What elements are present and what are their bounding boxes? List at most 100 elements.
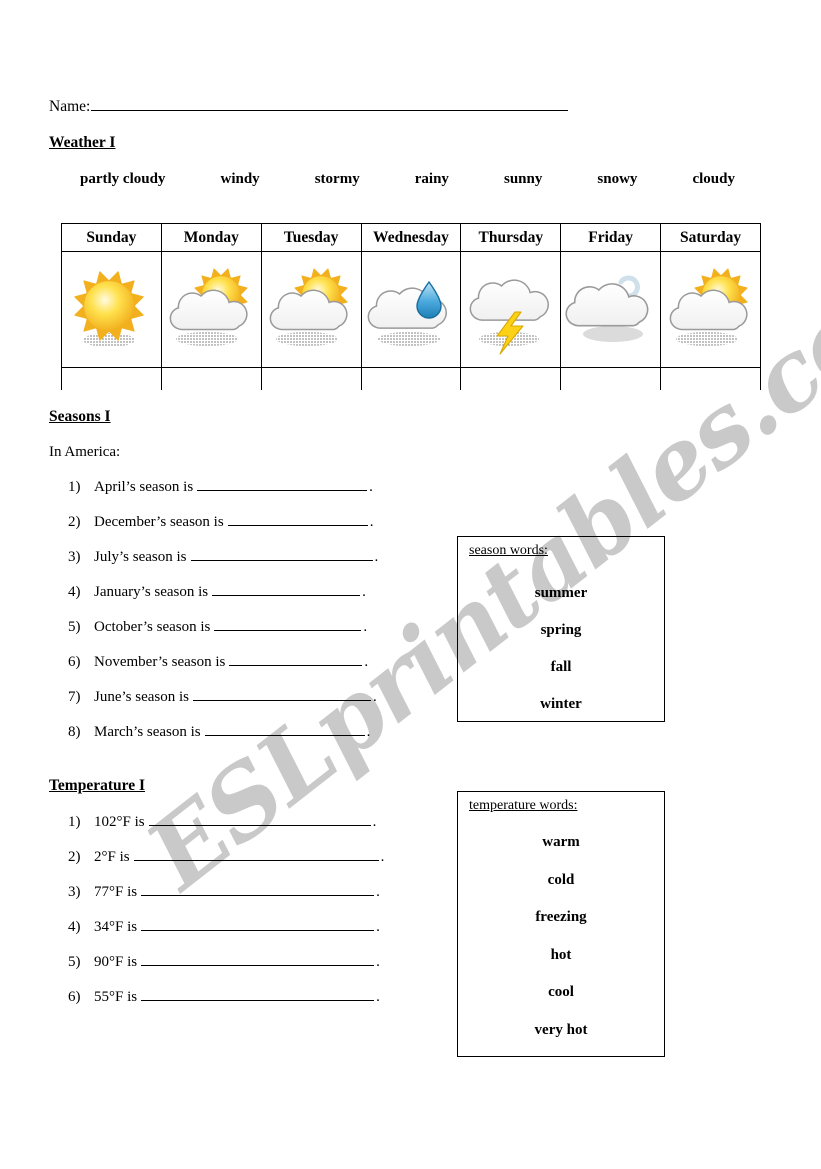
question-number: 4): [68, 584, 81, 600]
table-header-wednesday: Wednesday: [360, 223, 462, 252]
season-words-list: summer spring fall winter: [458, 575, 664, 723]
question-period: .: [374, 549, 379, 565]
name-label: Name:: [49, 98, 91, 115]
sun-icon: [62, 252, 161, 367]
temperature-words-list: warm cold freezing hot cool very hot: [458, 824, 664, 1049]
weather-word: rainy: [414, 171, 449, 187]
weather-answer-cell[interactable]: [160, 367, 262, 390]
weather-icon-cell: [660, 251, 761, 368]
weather-word: windy: [220, 171, 260, 187]
question-number: 3): [68, 884, 81, 900]
weather-word: partly cloudy: [80, 171, 166, 187]
sun-behind-cloud-icon: [162, 252, 261, 367]
answer-blank-line[interactable]: [229, 652, 363, 666]
table-header-friday: Friday: [560, 223, 662, 252]
word-bank-item: fall: [550, 659, 572, 675]
table-header-saturday: Saturday: [660, 223, 761, 252]
table-icon-row: [61, 251, 761, 368]
weather-answer-cell[interactable]: [660, 367, 761, 390]
weather-icon-cell: [260, 251, 362, 368]
question-period: .: [376, 919, 380, 935]
question-item: 5) 90°F is.: [68, 952, 384, 987]
question-prompt: June’s season is: [94, 689, 189, 705]
answer-blank-line[interactable]: [197, 477, 368, 491]
answer-blank-line[interactable]: [193, 687, 371, 701]
question-prompt: 34°F is: [94, 919, 138, 935]
question-period: .: [380, 849, 385, 865]
question-prompt: March’s season is: [94, 724, 201, 740]
cloud-with-raindrop-icon: [362, 252, 461, 367]
answer-blank-line[interactable]: [212, 582, 361, 596]
weather-answer-cell[interactable]: [560, 367, 662, 390]
weather-icon-cell: [460, 251, 562, 368]
weather-word: cloudy: [692, 171, 735, 187]
table-header-monday: Monday: [160, 223, 262, 252]
question-number: 7): [68, 689, 81, 705]
cloud-with-wind-icon: [561, 252, 660, 367]
word-bank-item: spring: [540, 622, 582, 638]
name-write-in-line[interactable]: [91, 98, 569, 111]
answer-blank-line[interactable]: [148, 812, 371, 826]
question-period: .: [372, 814, 377, 830]
question-number: 8): [68, 724, 81, 740]
answer-blank-line[interactable]: [141, 952, 375, 966]
weather-answer-cell[interactable]: [260, 367, 362, 390]
question-item: 4) January’s season is.: [68, 582, 378, 617]
question-prompt: December’s season is: [94, 514, 224, 530]
word-bank-item: summer: [534, 585, 588, 601]
table-header-sunday: Sunday: [61, 223, 162, 252]
weather-answer-cell[interactable]: [360, 367, 462, 390]
question-number: 6): [68, 989, 81, 1005]
weather-answer-cell[interactable]: [460, 367, 562, 390]
word-bank-item: winter: [540, 696, 582, 712]
word-bank-item: hot: [550, 946, 572, 963]
table-header-tuesday: Tuesday: [260, 223, 362, 252]
question-prompt: 102°F is: [94, 814, 145, 830]
weather-icon-cell: [360, 251, 462, 368]
weather-icon-cell: [61, 251, 162, 368]
question-item: 2) December’s season is.: [68, 512, 378, 547]
cloud-with-lightning-icon: [461, 252, 560, 367]
question-period: .: [373, 689, 377, 705]
question-item: 8) March’s season is.: [68, 722, 378, 757]
answer-blank-line[interactable]: [141, 987, 375, 1001]
answer-blank-line[interactable]: [133, 847, 379, 861]
answer-blank-line[interactable]: [141, 917, 375, 931]
question-period: .: [369, 479, 373, 495]
word-bank-item: freezing: [535, 909, 587, 925]
word-bank-item: warm: [542, 834, 580, 850]
question-number: 2): [68, 849, 81, 865]
question-number: 1): [68, 814, 81, 830]
question-number: 3): [68, 549, 81, 565]
answer-blank-line[interactable]: [204, 722, 365, 736]
table-answer-row: [61, 367, 761, 390]
sun-behind-cloud-icon: [661, 252, 760, 367]
answer-blank-line[interactable]: [214, 617, 362, 631]
question-period: .: [376, 989, 380, 1005]
question-prompt: November’s season is: [94, 654, 226, 670]
weather-word: sunny: [503, 171, 543, 187]
question-number: 5): [68, 619, 81, 635]
question-period: .: [364, 654, 369, 670]
question-number: 6): [68, 654, 81, 670]
weather-icon-cell: [160, 251, 262, 368]
question-item: 3) 77°F is.: [68, 882, 384, 917]
word-bank-item: cold: [547, 871, 575, 888]
question-period: .: [376, 884, 380, 900]
word-bank-item: very hot: [534, 1021, 588, 1038]
table-header-row: Sunday Monday Tuesday Wednesday Thursday Frid…: [61, 223, 761, 252]
worksheet-page: ESLprintables.com Name: Weather I partly…: [0, 0, 821, 1169]
question-number: 1): [68, 479, 81, 495]
season-words-title: season words:: [469, 543, 548, 558]
question-period: .: [362, 584, 366, 600]
question-number: 4): [68, 919, 81, 935]
weather-answer-cell[interactable]: [61, 367, 162, 390]
question-prompt: October’s season is: [94, 619, 211, 635]
answer-blank-line[interactable]: [227, 512, 368, 526]
temperature-words-title: temperature words:: [469, 798, 578, 813]
question-item: 1) April’s season is.: [68, 477, 378, 512]
answer-blank-line[interactable]: [190, 547, 373, 561]
answer-blank-line[interactable]: [141, 882, 375, 896]
question-item: 2) 2°F is.: [68, 847, 384, 882]
weather-icon-cell: [560, 251, 662, 368]
